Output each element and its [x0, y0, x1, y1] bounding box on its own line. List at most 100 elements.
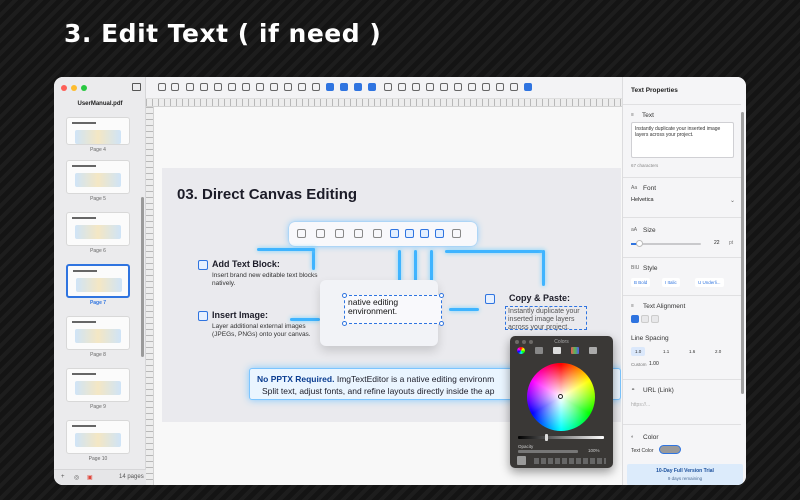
rotate-left-icon[interactable]	[454, 83, 462, 91]
minimize-window-button[interactable]	[71, 85, 77, 91]
zoom-window-button[interactable]	[81, 85, 87, 91]
shape-icon[interactable]	[242, 83, 250, 91]
align-right-button[interactable]	[651, 315, 659, 323]
resize-handle[interactable]	[439, 321, 444, 326]
heal-icon[interactable]	[373, 229, 382, 238]
resize-handle[interactable]	[439, 293, 444, 298]
color-wheel-selector[interactable]	[558, 394, 563, 399]
text-color-label: Text Color	[631, 448, 654, 454]
layers-icon[interactable]	[354, 83, 362, 91]
search-icon[interactable]	[482, 83, 490, 91]
line-spacing-option[interactable]: 1.0	[631, 347, 646, 356]
layers-icon[interactable]	[297, 229, 306, 238]
font-select[interactable]: Helvetica	[631, 197, 654, 203]
color-wheel-tab-icon[interactable]	[517, 347, 525, 354]
delete-page-icon[interactable]: ▣	[87, 474, 93, 481]
size-section	[623, 217, 741, 218]
connector-line	[290, 318, 320, 321]
pencils-tab-icon[interactable]	[589, 347, 597, 354]
text-block-icon	[198, 260, 208, 270]
zoom-out-icon[interactable]	[412, 83, 420, 91]
text-block-icon[interactable]	[390, 229, 399, 238]
panel-scrollbar[interactable]	[741, 112, 744, 394]
line-spacing-option[interactable]: 2.0	[711, 347, 725, 356]
crop-icon[interactable]	[440, 83, 448, 91]
opacity-slider[interactable]	[518, 450, 578, 453]
add-page-icon[interactable]: +	[61, 474, 65, 480]
paste-icon[interactable]	[435, 229, 444, 238]
line-spacing-option[interactable]: 1.6	[685, 347, 699, 356]
editable-text-block[interactable]: native editing environment.	[344, 295, 442, 324]
image-icon[interactable]	[284, 83, 292, 91]
section-header: Color	[643, 434, 659, 441]
rotate-right-icon[interactable]	[468, 83, 476, 91]
sliders-tab-icon[interactable]	[535, 347, 543, 354]
sidebar-scrollbar[interactable]	[141, 197, 144, 357]
crop-icon[interactable]	[316, 229, 325, 238]
inspector-toggle-icon[interactable]	[524, 83, 532, 91]
underline-button[interactable]: U Underli...	[695, 278, 724, 287]
line-spacing-option[interactable]: 1.1	[659, 347, 673, 356]
link-icon: ⚭	[631, 387, 636, 393]
copy-icon[interactable]	[420, 229, 429, 238]
chevron-down-icon[interactable]: ⌄	[730, 197, 735, 204]
page-thumbnail[interactable]: Page 9	[66, 368, 130, 410]
page-thumbnail[interactable]: Page 6	[66, 212, 130, 254]
font-size-slider-knob[interactable]	[636, 240, 643, 247]
zoom-fit-icon[interactable]	[426, 83, 434, 91]
ocr-icon[interactable]	[200, 83, 208, 91]
url-input[interactable]: https://...	[631, 402, 650, 408]
brush-icon[interactable]	[354, 229, 363, 238]
palettes-tab-icon[interactable]	[553, 347, 561, 354]
text-color-swatch[interactable]	[659, 445, 681, 454]
saved-swatches[interactable]	[534, 458, 606, 464]
opacity-value[interactable]: 100%	[588, 448, 600, 453]
wand-icon[interactable]	[335, 229, 344, 238]
resize-handle[interactable]	[342, 321, 347, 326]
paste-icon[interactable]	[312, 83, 320, 91]
brush-icon[interactable]	[256, 83, 264, 91]
resize-handle[interactable]	[342, 293, 347, 298]
bold-button[interactable]: B Bold	[631, 278, 651, 287]
brightness-slider-knob[interactable]	[545, 434, 548, 441]
image-palette-tab-icon[interactable]	[571, 347, 579, 354]
font-size-unit: pt	[729, 240, 734, 246]
selected-text-block[interactable]: Instantly duplicate your inserted image …	[505, 306, 587, 331]
url-section	[623, 379, 741, 380]
sidebar-toggle-icon[interactable]	[132, 83, 141, 91]
clipboard-icon[interactable]	[298, 83, 306, 91]
italic-button[interactable]: I Italic	[662, 278, 680, 287]
lock-icon[interactable]	[368, 83, 376, 91]
page-thumbnail[interactable]: Page 4	[66, 117, 130, 153]
wand-icon[interactable]	[228, 83, 236, 91]
text-content-field[interactable]: Instantly duplicate your inserted image …	[631, 122, 734, 158]
close-window-button[interactable]	[61, 85, 67, 91]
erase-icon[interactable]	[270, 83, 278, 91]
text-tool-icon[interactable]	[186, 83, 194, 91]
settings-icon[interactable]	[496, 83, 504, 91]
zoom-in-icon[interactable]	[398, 83, 406, 91]
connector-line	[449, 308, 479, 311]
more-icon[interactable]	[452, 229, 461, 238]
document-icon[interactable]	[171, 83, 179, 91]
brightness-slider[interactable]	[518, 436, 604, 439]
text-block-icon[interactable]	[326, 83, 334, 91]
insert-image-icon[interactable]	[340, 83, 348, 91]
slide-title[interactable]: 03. Direct Canvas Editing	[177, 186, 357, 203]
undo-icon[interactable]	[158, 83, 166, 91]
copy-icon[interactable]	[384, 83, 392, 91]
duplicate-page-icon[interactable]: ◎	[74, 474, 79, 481]
align-center-button[interactable]	[641, 315, 649, 323]
comment-icon[interactable]	[214, 83, 222, 91]
align-left-button[interactable]	[631, 315, 639, 323]
page-thumbnail-selected[interactable]: Page 7	[66, 264, 130, 306]
theme-icon[interactable]	[510, 83, 518, 91]
main-toolbar	[146, 77, 622, 99]
page-thumbnail[interactable]: Page 8	[66, 316, 130, 358]
trial-banner[interactable]: 10-Day Full Version Trial 9 days remaini…	[627, 464, 743, 485]
page-thumbnail[interactable]: Page 5	[66, 160, 130, 202]
font-size-value[interactable]: 22	[714, 240, 720, 246]
page-thumbnail[interactable]: Page 10	[66, 420, 130, 462]
insert-image-icon[interactable]	[405, 229, 414, 238]
custom-spacing-field[interactable]: 1.00	[649, 361, 659, 367]
